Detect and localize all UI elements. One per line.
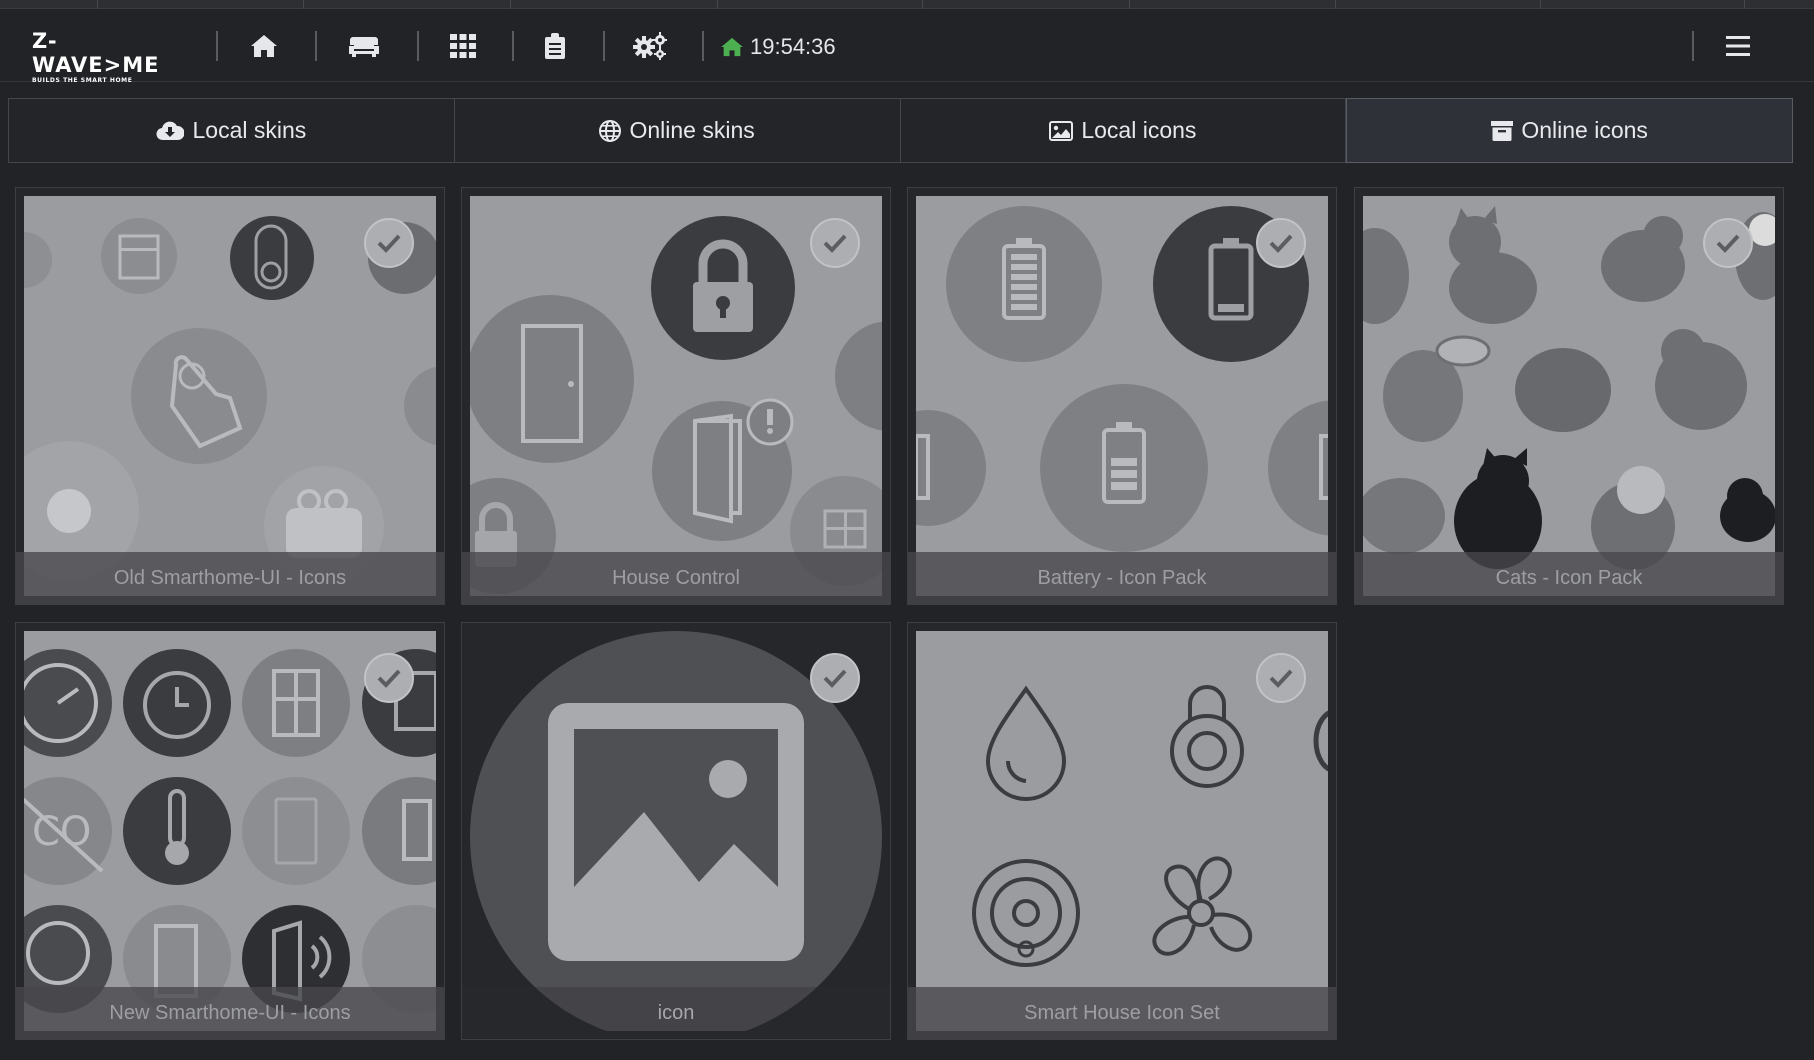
icon-pack-card[interactable]: Old Smarthome-UI - Icons	[15, 187, 445, 605]
window-top-strip	[0, 0, 1814, 9]
selected-check-icon[interactable]	[1256, 653, 1306, 703]
selected-check-icon[interactable]	[1256, 218, 1306, 268]
tab-label: Online icons	[1521, 117, 1648, 143]
grid-icon[interactable]	[443, 29, 483, 63]
nav-separator	[512, 31, 514, 61]
home-status-icon	[721, 37, 743, 57]
icon-pack-card[interactable]: Battery - Icon Pack	[907, 187, 1337, 605]
selected-check-icon[interactable]	[1703, 218, 1753, 268]
icon-pack-title: Battery - Icon Pack	[908, 552, 1336, 604]
cloud-download-icon	[156, 121, 185, 140]
system-clock: 19:54:36	[720, 33, 836, 61]
hamburger-icon[interactable]	[1718, 29, 1758, 63]
archive-icon	[1491, 120, 1514, 141]
nav-separator	[315, 31, 317, 61]
skins-icons-tabs: Local skins Online skins Local icons Onl…	[8, 98, 1793, 163]
sofa-icon[interactable]	[344, 29, 384, 63]
selected-check-icon[interactable]	[810, 218, 860, 268]
nav-separator	[216, 31, 218, 61]
icon-pack-card[interactable]: CO New Smarthome-UI - Icons	[15, 622, 445, 1040]
icon-pack-card[interactable]: icon	[461, 622, 891, 1040]
icon-pack-title: New Smarthome-UI - Icons	[16, 987, 444, 1039]
image-icon	[1049, 120, 1074, 141]
icon-pack-title: Old Smarthome-UI - Icons	[16, 552, 444, 604]
home-icon[interactable]	[244, 29, 284, 63]
nav-separator	[702, 31, 704, 61]
icon-pack-title: Smart House Icon Set	[908, 987, 1336, 1039]
gears-icon[interactable]	[630, 29, 670, 63]
nav-separator	[1692, 31, 1694, 61]
logo-text: Z-WAVE>ME	[32, 29, 160, 77]
icon-pack-title: icon	[462, 987, 890, 1039]
icon-pack-card[interactable]: Cats - Icon Pack	[1354, 187, 1784, 605]
tab-label: Online skins	[629, 117, 755, 143]
tab-online-skins[interactable]: Online skins	[454, 98, 901, 163]
clock-time: 19:54:36	[750, 34, 836, 59]
tab-local-icons[interactable]: Local icons	[900, 98, 1347, 163]
selected-check-icon[interactable]	[364, 653, 414, 703]
tab-label: Local skins	[192, 117, 307, 143]
logo-tagline: BUILDS THE SMART HOME	[32, 77, 133, 84]
tab-local-skins[interactable]: Local skins	[8, 98, 455, 163]
nav-separator	[417, 31, 419, 61]
selected-check-icon[interactable]	[364, 218, 414, 268]
nav-separator	[603, 31, 605, 61]
icon-pack-card[interactable]: House Control	[461, 187, 891, 605]
clipboard-icon[interactable]	[535, 29, 575, 63]
selected-check-icon[interactable]	[810, 653, 860, 703]
top-navbar: Z-WAVE>ME BUILDS THE SMART HOME 19:54:36	[0, 9, 1814, 84]
icon-pack-title: Cats - Icon Pack	[1355, 552, 1783, 604]
tab-online-icons[interactable]: Online icons	[1346, 98, 1793, 163]
tab-label: Local icons	[1081, 117, 1197, 143]
icon-pack-title: House Control	[462, 552, 890, 604]
globe-icon	[599, 119, 622, 142]
zwave-me-logo[interactable]: Z-WAVE>ME BUILDS THE SMART HOME	[32, 29, 182, 84]
icon-pack-card[interactable]: Smart House Icon Set	[907, 622, 1337, 1040]
